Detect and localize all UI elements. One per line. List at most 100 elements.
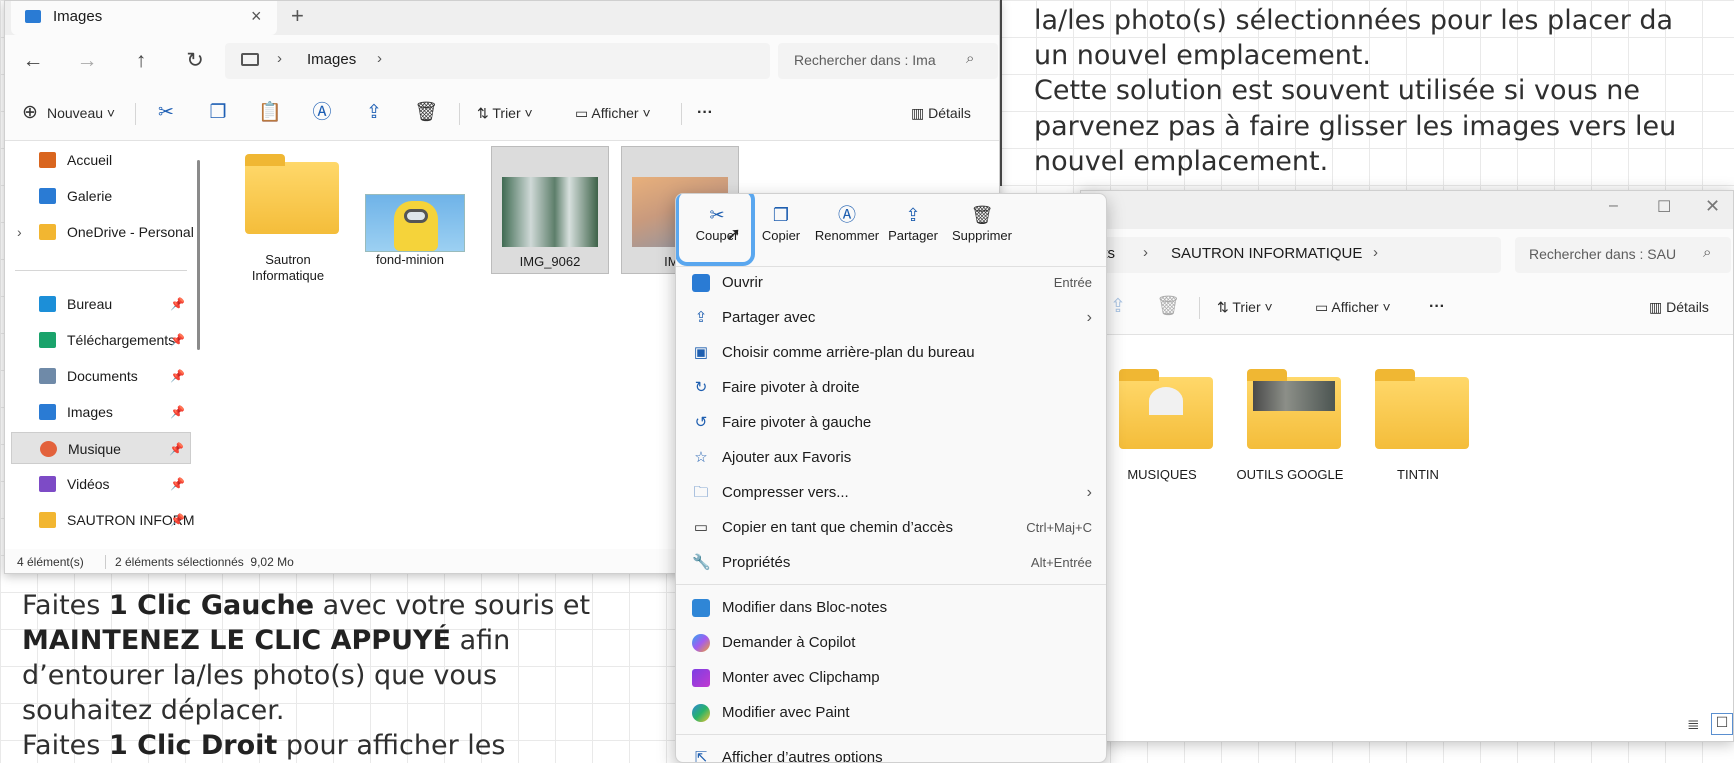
close-icon[interactable]: ✕ [1705,196,1720,217]
view-button[interactable]: ▭ Afficher ˅ [575,98,651,128]
folder-label: MUSIQUES [1127,467,1197,482]
sidebar-item-documents[interactable]: Documents 📌 [11,360,191,392]
search-box[interactable]: Rechercher dans : SAU ⌕ [1515,237,1731,273]
cut-icon[interactable]: ✂ [151,98,181,128]
divider [676,734,1106,735]
view-button[interactable]: ▭ Afficher ˅ [1315,292,1391,322]
tab-images[interactable]: Images × [11,1,277,35]
copy-button[interactable]: ❐ Copier [748,202,814,258]
instruction-text: pour afficher les [277,730,506,761]
delete-icon: 🗑 [970,205,994,225]
folder-item-outils-google[interactable]: OUTILS GOOGLE [1231,357,1349,485]
share-icon[interactable]: ⇪ [359,98,389,128]
rename-label: Renommer [814,228,880,243]
delete-icon[interactable]: 🗑 [1153,292,1183,322]
instruction-text: Faites [22,590,109,621]
new-button[interactable]: Nouveau ˅ [47,98,115,128]
menu-item-clipchamp[interactable]: Monter avec Clipchamp [682,660,1102,695]
refresh-icon[interactable]: ↻ [181,47,209,75]
list-view-icon[interactable]: ≣ [1687,715,1700,733]
sidebar-item-accueil[interactable]: Accueil [11,144,191,176]
menu-item-shortcut: Entrée [1053,275,1092,290]
sort-button[interactable]: ⇅ Trier ˅ [1217,292,1273,322]
folder-preview [1253,381,1335,411]
menu-item-bloc-notes[interactable]: Modifier dans Bloc-notes [682,590,1102,625]
folder-item-musiques[interactable]: MUSIQUES [1103,357,1221,485]
menu-item-pivoter-droite[interactable]: ↻ Faire pivoter à droite [682,370,1102,405]
up-icon[interactable]: ↑ [127,47,155,75]
more-options-button[interactable]: ··· [697,98,713,128]
sidebar-item-onedrive[interactable]: › OneDrive - Personal [11,216,194,248]
delete-icon[interactable]: 🗑 [411,98,441,128]
rename-button[interactable]: Ⓐ Renommer [814,202,880,258]
menu-item-arriere-plan[interactable]: ▣ Choisir comme arrière-plan du bureau [682,335,1102,370]
expand-icon[interactable]: › [17,216,22,248]
file-item-image[interactable]: fond-minion [351,142,469,270]
rename-icon[interactable]: Ⓐ [307,98,337,128]
scrollbar[interactable] [197,160,200,350]
menu-item-partager-avec[interactable]: ⇪ Partager avec › [682,300,1102,335]
paste-icon[interactable]: 📋 [255,98,285,128]
instruction-line: Cette solution est souvent utilisée si v… [1034,75,1640,106]
more-options-button[interactable]: ··· [1429,292,1445,322]
menu-item-label: Monter avec Clipchamp [722,669,880,686]
instruction-line: parvenez pas à faire glisser les images … [1034,111,1677,142]
search-input[interactable]: Rechercher dans : Ima [794,52,936,68]
back-icon[interactable]: ← [19,47,47,75]
sidebar-item-images[interactable]: Images 📌 [11,396,191,428]
tiles-view-icon[interactable]: ☐ [1711,713,1733,735]
new-tab-icon[interactable]: + [291,3,304,29]
menu-item-ouvrir[interactable]: Ouvrir Entrée [682,265,1102,300]
view-label: Afficher [1331,299,1379,315]
sidebar-item-label: OneDrive - Personal [67,224,194,240]
title-bar: – ☐ ✕ [1081,191,1733,229]
delete-button[interactable]: 🗑 Supprimer [946,202,1018,258]
menu-item-pivoter-gauche[interactable]: ↺ Faire pivoter à gauche [682,405,1102,440]
sidebar-item-videos[interactable]: Vidéos 📌 [11,468,191,500]
instruction-line: Faites 1 Clic Droit pour afficher les [22,728,505,763]
search-input[interactable]: Rechercher dans : SAU [1529,246,1676,262]
file-label: Sautron Informatique [251,252,325,283]
file-item-image-selected[interactable]: IMG_9062 [491,146,609,274]
share-button[interactable]: ⇪ Partager [880,202,946,258]
menu-item-copilot[interactable]: Demander à Copilot [682,625,1102,660]
menu-item-copier-chemin[interactable]: ▭ Copier en tant que chemin d’accès Ctrl… [682,510,1102,545]
share-icon: ⇪ [694,309,708,326]
menu-item-favoris[interactable]: ☆ Ajouter aux Favoris [682,440,1102,475]
menu-item-shortcut: Ctrl+Maj+C [1026,520,1092,535]
sort-button[interactable]: ⇅ Trier ˅ [477,98,533,128]
new-icon: ⊕ [22,102,38,123]
breadcrumb-item[interactable]: SAUTRON INFORMATIQUE [1171,245,1362,262]
breadcrumb-images[interactable]: Images [307,51,356,68]
menu-item-compresser[interactable]: 🗀 Compresser vers... › [682,475,1102,510]
menu-item-paint[interactable]: Modifier avec Paint [682,695,1102,730]
address-bar[interactable]: nts › SAUTRON INFORMATIQUE › [1081,237,1501,273]
close-tab-icon[interactable]: × [251,6,262,27]
share-icon[interactable]: ⇪ [1103,292,1133,322]
minimize-icon[interactable]: – [1609,197,1618,215]
menu-item-label: Faire pivoter à gauche [722,414,872,431]
sidebar-item-telechargements[interactable]: Téléchargements 📌 [11,324,191,356]
sidebar-item-galerie[interactable]: Galerie [11,180,191,212]
copy-icon: ❐ [772,205,790,225]
sidebar-item-musique[interactable]: Musique 📌 [11,432,191,464]
file-item-folder[interactable]: Sautron Informatique [229,142,347,283]
folder-icon [245,154,339,234]
search-box[interactable]: Rechercher dans : Ima ⌕ [778,43,998,79]
forward-icon[interactable]: → [73,47,101,75]
details-button[interactable]: ▥ Détails [1649,292,1709,322]
new-label: Nouveau [47,105,104,121]
menu-item-autres-options[interactable]: ⇱ Afficher d’autres options [682,740,1102,762]
menu-item-proprietes[interactable]: 🔧 Propriétés Alt+Entrée [682,545,1102,580]
details-button[interactable]: ▥ Détails [911,98,971,128]
instruction-line: nouvel emplacement. [1034,146,1329,177]
sidebar-item-label: Musique [68,441,121,457]
sidebar-item-bureau[interactable]: Bureau 📌 [11,288,191,320]
copy-icon[interactable]: ❐ [203,98,233,128]
instruction-line: Faites 1 Clic Gauche avec votre souris e… [22,588,590,624]
address-bar[interactable]: › Images › [225,43,770,79]
sidebar-item-sautron[interactable]: SAUTRON INFORM 📌 [11,504,195,536]
pin-icon: 📌 [169,442,184,456]
folder-item-tintin[interactable]: TINTIN [1359,357,1477,485]
maximize-icon[interactable]: ☐ [1657,197,1671,217]
